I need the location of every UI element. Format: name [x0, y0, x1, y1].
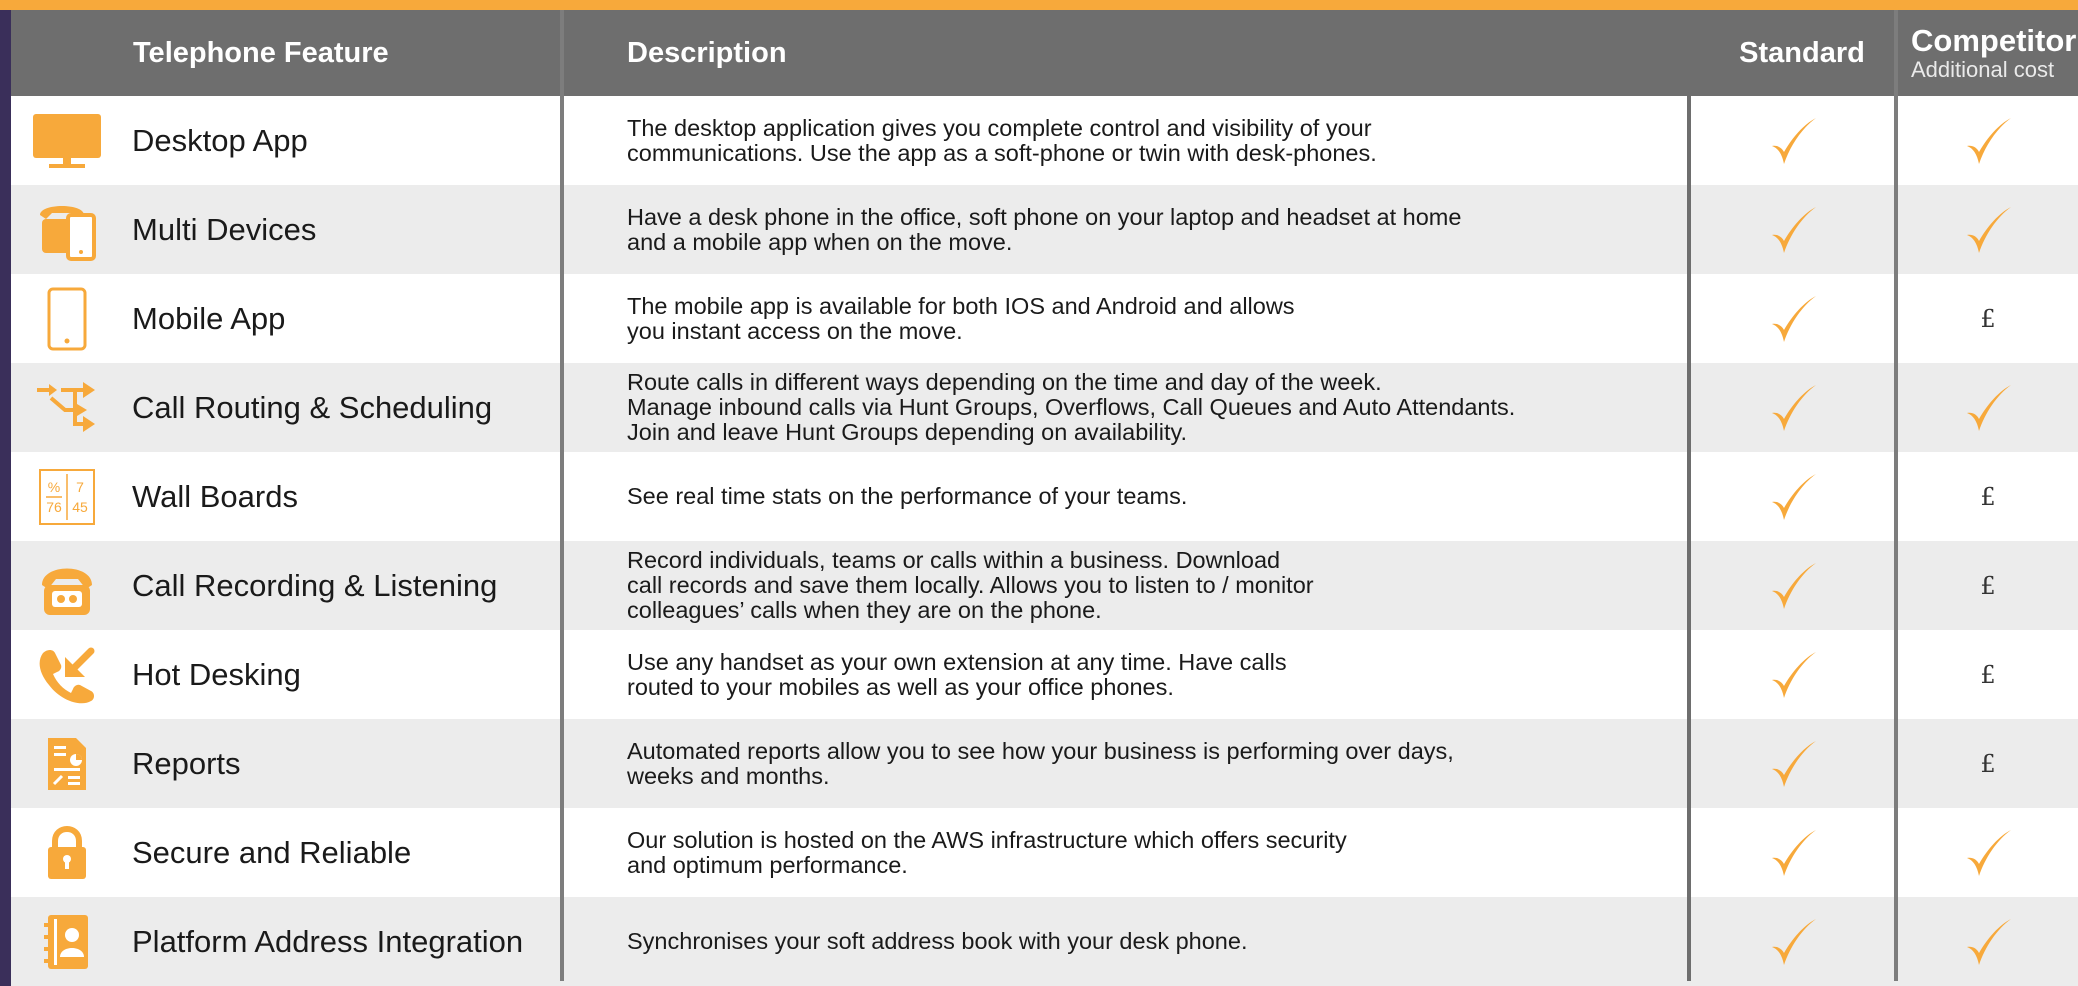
feature-name: Wall Boards [132, 478, 298, 514]
check-icon [1771, 384, 1816, 431]
check-icon [1771, 740, 1816, 787]
table-row: Multi Devices Have a desk phone in the of… [11, 185, 2078, 274]
feature-description: Our solution is hosted on the AWS infras… [627, 826, 1347, 878]
feature-comparison-table: Telephone Feature Description Standard C… [11, 10, 2078, 986]
feature-description: The desktop application gives you comple… [627, 114, 1377, 166]
routing-arrows-icon [29, 363, 105, 452]
pound-sign: £ [1980, 304, 1996, 333]
table-row: Desktop App The desktop application gives… [11, 96, 2078, 185]
competitor-value [1898, 185, 2078, 274]
check-icon [1771, 562, 1816, 609]
table-row: % 7 76 45 Wall Boards See real time stats… [11, 452, 2078, 541]
call-recording-icon [29, 541, 105, 630]
address-book-icon [29, 897, 105, 986]
feature-name: Call Recording & Listening [132, 567, 498, 603]
standard-value [1691, 541, 1894, 630]
competitor-value [1898, 96, 2078, 185]
pound-sign: £ [1980, 571, 1996, 600]
column-divider [1894, 10, 1898, 981]
wallboard-icon-text: % [48, 479, 60, 495]
check-icon [1771, 206, 1816, 253]
standard-value [1691, 808, 1894, 897]
table-header: Telephone Feature Description Standard C… [11, 10, 2078, 96]
standard-value [1691, 897, 1894, 986]
standard-value [1691, 185, 1894, 274]
competitor-value [1898, 808, 2078, 897]
check-icon [1967, 117, 2011, 164]
feature-description: See real time stats on the performance o… [627, 483, 1188, 509]
competitor-value [1898, 363, 2078, 452]
competitor-value [1898, 897, 2078, 986]
table-row: Reports Automated reports allow you to se… [11, 719, 2078, 808]
feature-name: Desktop App [132, 122, 308, 158]
table-row: Call Routing & Scheduling Route calls in … [11, 363, 2078, 452]
feature-description: Use any handset as your own extension at… [627, 648, 1287, 700]
header-description: Description [627, 36, 787, 69]
standard-value [1691, 630, 1894, 719]
pound-sign: £ [1980, 749, 1996, 778]
competitor-value: £ [1898, 719, 2078, 808]
check-icon [1967, 206, 2011, 253]
check-icon [1771, 117, 1816, 164]
check-icon [1967, 918, 2011, 965]
standard-value [1691, 452, 1894, 541]
feature-name: Mobile App [132, 300, 286, 336]
accent-top-bar [0, 0, 2078, 10]
standard-value [1691, 719, 1894, 808]
column-divider [560, 10, 564, 981]
feature-description: Record individuals, teams or calls withi… [627, 547, 1314, 623]
feature-description: Automated reports allow you to see how y… [627, 737, 1454, 789]
header-telephone-feature: Telephone Feature [133, 36, 389, 69]
feature-name: Call Routing & Scheduling [132, 389, 493, 425]
check-icon [1771, 651, 1816, 698]
wallboard-icon-text: 7 [76, 479, 84, 495]
feature-name: Secure and Reliable [132, 834, 412, 870]
header-competitor: Competitor Additional cost [1911, 10, 2076, 96]
monitor-icon [29, 96, 105, 185]
wallboard-icon-text: 45 [72, 499, 88, 515]
check-icon [1967, 384, 2011, 431]
standard-value [1691, 274, 1894, 363]
pound-sign: £ [1980, 660, 1996, 689]
feature-name: Hot Desking [132, 656, 301, 692]
mobile-phone-icon [29, 274, 105, 363]
competitor-value: £ [1898, 452, 2078, 541]
wallboard-icon: % 7 76 45 [29, 452, 105, 541]
check-icon [1967, 829, 2011, 876]
header-competitor-subtitle: Additional cost [1911, 57, 2055, 82]
feature-name: Platform Address Integration [132, 923, 524, 959]
feature-name: Reports [132, 745, 241, 781]
header-competitor-title: Competitor [1911, 23, 2077, 58]
check-icon [1771, 295, 1816, 342]
table-row: Secure and Reliable Our solution is hoste… [11, 808, 2078, 897]
feature-description: Route calls in different ways depending … [627, 369, 1516, 445]
table-row: Mobile App The mobile app is available fo… [11, 274, 2078, 363]
competitor-value: £ [1898, 274, 2078, 363]
feature-name: Multi Devices [132, 211, 317, 247]
header-standard: Standard [1739, 36, 1865, 69]
competitor-value: £ [1898, 541, 2078, 630]
feature-description: The mobile app is available for both IOS… [627, 292, 1295, 344]
check-icon [1771, 473, 1816, 520]
table-row: Call Recording & Listening Record individ… [11, 541, 2078, 630]
standard-value [1691, 96, 1894, 185]
multi-devices-icon [29, 185, 105, 274]
padlock-icon [29, 808, 105, 897]
report-document-icon [29, 719, 105, 808]
table-row: Platform Address Integration Synchronises… [11, 897, 2078, 986]
check-icon [1771, 918, 1816, 965]
competitor-value: £ [1898, 630, 2078, 719]
wallboard-icon-text: 76 [46, 499, 62, 515]
feature-description: Synchronises your soft address book with… [627, 928, 1248, 954]
table-row: Hot Desking Use any handset as your own e… [11, 630, 2078, 719]
feature-description: Have a desk phone in the office, soft ph… [627, 203, 1462, 255]
phone-incoming-icon [29, 630, 105, 719]
column-divider [1687, 10, 1691, 981]
standard-value [1691, 363, 1894, 452]
pound-sign: £ [1980, 482, 1996, 511]
check-icon [1771, 829, 1816, 876]
